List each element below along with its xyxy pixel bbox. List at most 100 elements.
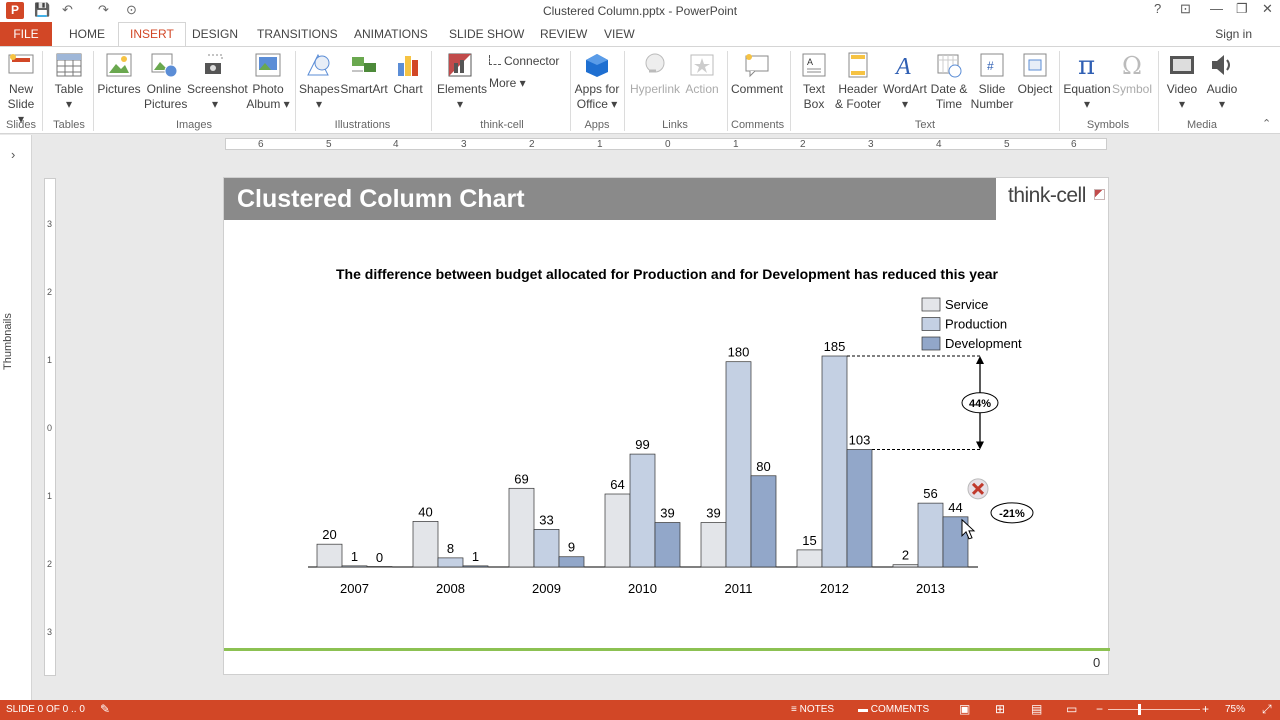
tab-insert[interactable]: INSERT [118,22,186,47]
thumbnails-label[interactable]: Thumbnails [2,313,14,370]
legend-swatch[interactable] [921,336,941,351]
action-button[interactable]: Action [683,51,721,97]
new-slide-button[interactable]: New Slide ▾ [3,51,39,127]
screenshot-button[interactable]: Screenshot ▾ [187,51,248,112]
zoom-slider-track[interactable] [1108,709,1200,710]
date-time-button[interactable]: Date & Time [929,51,969,112]
collapse-ribbon-icon[interactable]: ⌃ [1262,117,1271,130]
data-label[interactable]: 180 [728,345,750,360]
bar-production-2007[interactable] [341,565,368,568]
data-label[interactable]: 15 [802,533,816,548]
zoom-level[interactable]: 75% [1225,704,1245,715]
x-tick-label[interactable]: 2013 [916,581,945,596]
comment-button[interactable]: Comment [731,51,783,97]
object-button[interactable]: Object [1016,51,1054,97]
bar-service-2011[interactable] [700,522,727,568]
data-label[interactable]: 64 [610,477,624,492]
data-label[interactable]: 9 [568,540,575,555]
wordart-button[interactable]: A WordArt ▾ [883,51,927,112]
bar-production-2010[interactable] [629,453,656,568]
tab-design[interactable]: DESIGN [192,27,238,41]
tab-animations[interactable]: ANIMATIONS [354,27,428,41]
legend-entry[interactable]: Development [945,336,1022,351]
tab-file[interactable]: FILE [0,22,52,46]
reading-view-icon[interactable]: ▤ [1031,702,1042,716]
connector-button[interactable]: Connector [489,54,559,68]
x-tick-label[interactable]: 2007 [340,581,369,596]
bar-development-2011[interactable] [750,475,777,568]
clustered-column-chart[interactable]: 201 0200740812008693392009649939201039180… [224,178,1110,648]
fit-slide-icon[interactable]: ⤢ [1262,702,1272,717]
text-box-button[interactable]: A Text Box [796,51,832,112]
bar-development-2010[interactable] [654,522,681,568]
data-label[interactable]: 185 [824,339,846,354]
difference-arrow-head[interactable] [976,441,984,450]
online-pictures-button[interactable]: Online Pictures [144,51,187,112]
data-label[interactable]: 44 [948,500,962,515]
notes-button[interactable]: ≡ NOTES [791,704,834,715]
data-label[interactable]: 69 [514,471,528,486]
bar-production-2013[interactable] [917,502,944,568]
bar-development-2012[interactable] [846,449,873,568]
bar-development-2007[interactable] [366,566,393,568]
x-tick-label[interactable]: 2012 [820,581,849,596]
legend-entry[interactable]: Production [945,317,1007,332]
tab-view[interactable]: VIEW [604,27,635,41]
normal-view-icon[interactable]: ▣ [959,702,970,716]
hyperlink-button[interactable]: Hyperlink [628,51,682,97]
smartart-button[interactable]: SmartArt [340,51,388,97]
data-label[interactable]: 39 [706,506,720,521]
data-label[interactable]: 39 [660,506,674,521]
difference-label[interactable]: 44% [969,398,991,410]
bar-production-2009[interactable] [533,529,560,568]
more-button[interactable]: More ▾ [489,76,526,90]
tab-slide-show[interactable]: SLIDE SHOW [449,27,524,41]
bar-development-2009[interactable] [558,556,585,568]
table-button[interactable]: Table ▾ [52,51,86,112]
symbol-button[interactable]: Ω Symbol [1112,51,1152,97]
bar-development-2008[interactable] [462,565,489,568]
tab-home[interactable]: HOME [69,27,105,41]
x-tick-label[interactable]: 2011 [725,581,753,596]
bar-production-2008[interactable] [437,557,464,568]
overlay-label[interactable]: -21% [999,508,1025,520]
bar-service-2007[interactable] [316,543,343,568]
shapes-button[interactable]: Shapes ▾ [299,51,340,112]
ribbon-display-options-button[interactable]: ⊡ [1180,1,1191,17]
data-label[interactable]: 33 [539,512,553,527]
bar-service-2013[interactable] [892,564,919,568]
audio-button[interactable]: Audio ▾ [1204,51,1240,112]
zoom-slider-thumb[interactable] [1138,704,1141,715]
apps-for-office-button[interactable]: Apps for Office ▾ [574,51,620,112]
horizontal-ruler[interactable]: 6 5 4 3 2 1 0 1 2 3 4 5 6 [225,138,1107,150]
close-button[interactable]: ✕ [1262,1,1273,17]
tab-review[interactable]: REVIEW [540,27,587,41]
chart-button[interactable]: Chart [392,51,424,97]
slide-canvas[interactable]: Clustered Column Chart think-cell The di… [223,177,1110,675]
data-label[interactable]: 0 [376,550,383,565]
zoom-in-button[interactable]: + [1202,702,1209,716]
legend-swatch[interactable] [921,297,941,312]
slide-number-button[interactable]: # Slide Number [970,51,1014,112]
x-tick-label[interactable]: 2008 [436,581,465,596]
data-label[interactable]: 1 [351,549,358,564]
data-label[interactable]: 56 [923,486,937,501]
vertical-ruler[interactable]: 3 2 1 0 1 2 3 [44,178,56,676]
bar-service-2010[interactable] [604,493,631,568]
pictures-button[interactable]: Pictures [97,51,141,97]
difference-arrow-head[interactable] [976,356,984,364]
header-footer-button[interactable]: Header & Footer [834,51,882,112]
video-button[interactable]: Video ▾ [1162,51,1202,112]
tab-transitions[interactable]: TRANSITIONS [257,27,338,41]
data-label[interactable]: 8 [447,541,454,556]
bar-production-2011[interactable] [725,361,752,568]
data-label[interactable]: 40 [418,504,432,519]
think-cell-elements-button[interactable]: Elements ▾ [437,51,487,112]
data-label[interactable]: 1 [472,549,479,564]
legend-entry[interactable]: Service [945,297,988,312]
help-button[interactable]: ? [1154,1,1161,16]
bar-service-2008[interactable] [412,521,439,568]
legend-swatch[interactable] [921,317,941,331]
comments-button[interactable]: ▬ COMMENTS [858,704,929,715]
zoom-out-button[interactable]: − [1096,702,1103,716]
